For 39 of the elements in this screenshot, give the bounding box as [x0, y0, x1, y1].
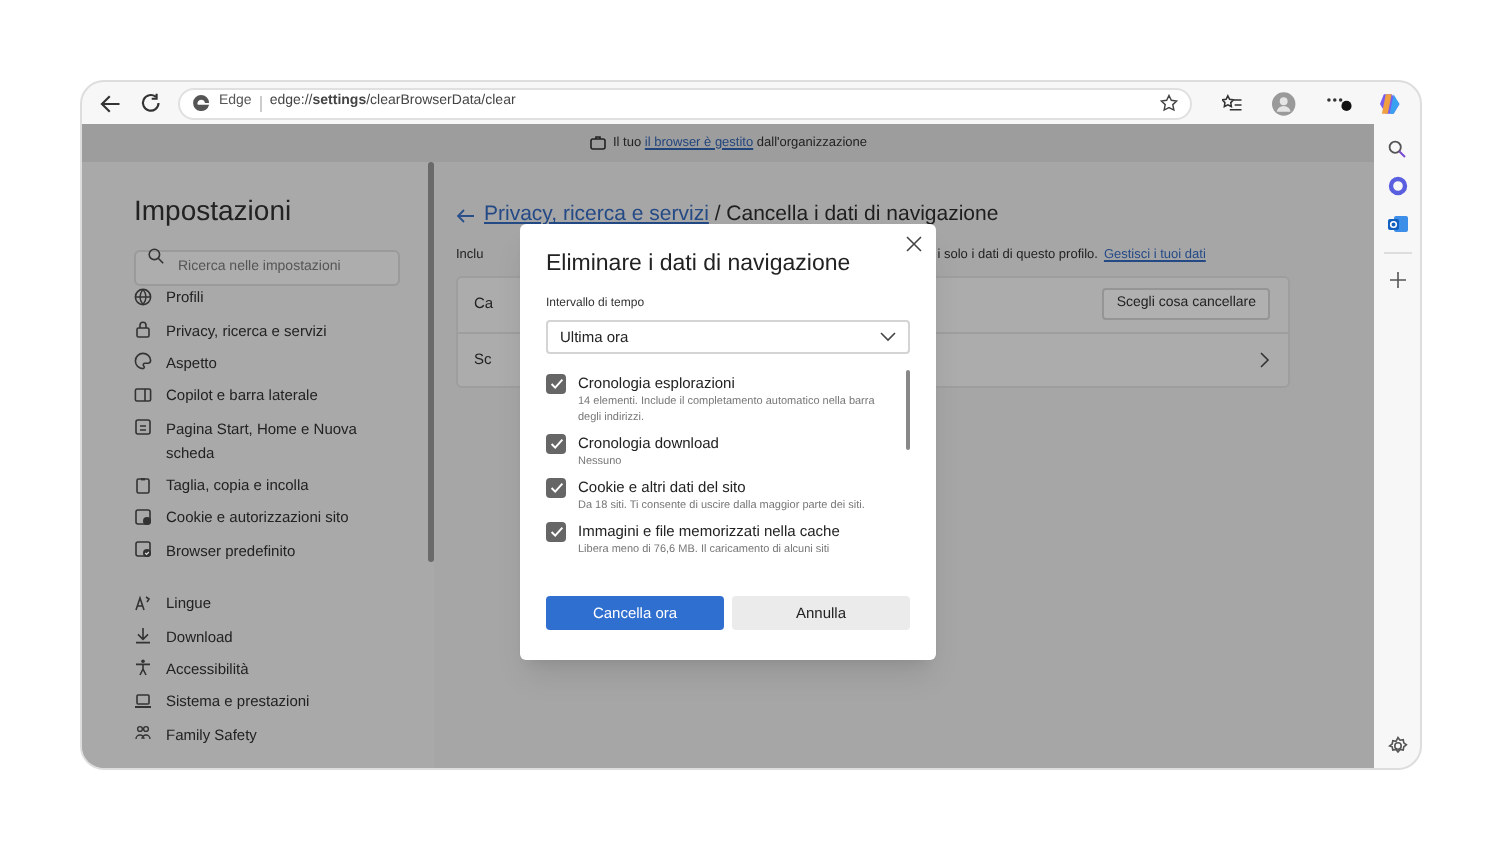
favorites-icon[interactable]: [1222, 94, 1242, 112]
settings-icon[interactable]: [1387, 736, 1407, 756]
checkbox[interactable]: [546, 522, 566, 542]
breadcrumb-link[interactable]: Privacy, ricerca e servizi: [484, 202, 709, 226]
settings-title: Impostazioni: [134, 192, 294, 228]
mail-icon[interactable]: [1387, 214, 1407, 234]
ring-icon[interactable]: [1387, 176, 1407, 196]
refresh-icon[interactable]: [139, 92, 161, 114]
cookie-icon: [134, 507, 152, 526]
palette-icon: [134, 352, 152, 371]
chevron-right-icon[interactable]: [1260, 351, 1270, 367]
family-icon: [134, 724, 152, 743]
back-arrow-icon[interactable]: [456, 207, 474, 224]
more-icon[interactable]: [1325, 94, 1353, 112]
search-icon: [148, 248, 164, 264]
checkbox[interactable]: [546, 478, 566, 498]
briefcase-icon: [589, 136, 605, 150]
search-icon[interactable]: [1388, 140, 1406, 158]
sidebar-icon: [134, 385, 152, 404]
avatar-icon[interactable]: [1271, 91, 1296, 115]
browser-logo-icon: [192, 94, 211, 112]
chevron-down-icon: [880, 332, 896, 342]
clipboard-icon: [134, 475, 152, 494]
language-icon: [134, 593, 152, 612]
download-icon: [134, 626, 152, 645]
add-icon[interactable]: [1389, 272, 1405, 288]
lock-icon: [134, 320, 152, 339]
close-icon[interactable]: [906, 236, 922, 252]
browser-check-icon: [134, 540, 152, 559]
dialog-title: Eliminare i dati di navigazione: [546, 250, 853, 278]
page-title: / Cancella i dati di navigazione: [712, 202, 999, 226]
accessibility-icon: [134, 658, 152, 677]
home-page-icon: [134, 418, 152, 437]
checkbox[interactable]: [546, 374, 566, 394]
star-icon[interactable]: [1160, 94, 1179, 112]
globe-icon: [134, 287, 152, 306]
laptop-icon: [134, 691, 152, 710]
back-icon[interactable]: [100, 93, 122, 113]
checkbox[interactable]: [546, 434, 566, 454]
